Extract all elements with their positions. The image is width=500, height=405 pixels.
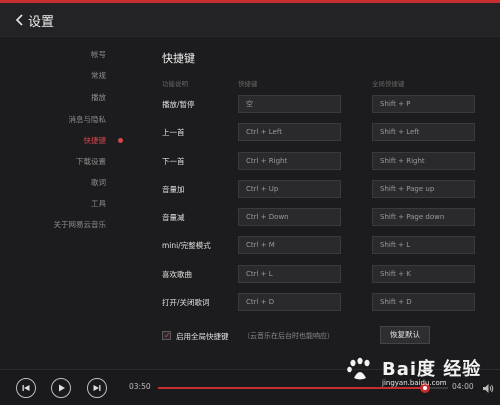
section-title: 快捷键	[162, 52, 195, 65]
sidebar-item-tools[interactable]: 工具	[91, 198, 106, 209]
global-shortcut-field-previous[interactable]: Shift + Left	[372, 123, 475, 141]
current-time: 03:50	[129, 382, 151, 391]
next-icon	[93, 385, 101, 391]
play-button[interactable]	[51, 378, 71, 398]
baidu-jingyan-watermark: Bai度 经验 jingyan.baidu.com	[346, 349, 486, 393]
global-shortcut-field-volume-up[interactable]: Shift + Page up	[372, 180, 475, 198]
shortcut-field-previous[interactable]: Ctrl + Left	[238, 123, 341, 141]
column-header-local: 快捷键	[238, 80, 258, 88]
title-bar: 设置	[0, 0, 500, 36]
shortcut-label-like-song: 喜欢歌曲	[162, 270, 192, 279]
restore-default-button[interactable]: 恢复默认	[380, 326, 430, 344]
shortcut-label-volume-down: 音量减	[162, 213, 185, 222]
global-shortcut-field-play-pause[interactable]: Shift + P	[372, 95, 475, 113]
sidebar-item-shortcuts[interactable]: 快捷键	[84, 135, 107, 146]
global-shortcut-field-next[interactable]: Shift + Right	[372, 152, 475, 170]
shortcut-field-volume-up[interactable]: Ctrl + Up	[238, 180, 341, 198]
shortcut-label-play-pause: 播放/暂停	[162, 100, 195, 109]
sidebar-item-playback[interactable]: 播放	[91, 92, 106, 103]
sidebar-item-account[interactable]: 帐号	[91, 49, 106, 60]
sidebar-item-lyrics[interactable]: 歌词	[91, 177, 106, 188]
shortcut-label-toggle-lyrics: 打开/关闭歌词	[162, 298, 210, 307]
settings-content: 帐号 常规 播放 消息与隐私 快捷键 下载设置 歌词 工具 关于网易云音乐 快捷…	[0, 36, 500, 369]
enable-global-shortcuts-checkbox[interactable]: ✓	[162, 331, 171, 340]
shortcut-label-next: 下一首	[162, 157, 185, 166]
shortcut-field-mini-mode[interactable]: Ctrl + M	[238, 236, 341, 254]
checkmark-icon: ✓	[164, 331, 171, 340]
paw-logo-icon	[347, 357, 370, 380]
next-button[interactable]	[87, 378, 107, 398]
play-icon	[59, 384, 65, 392]
shortcut-field-next[interactable]: Ctrl + Right	[238, 152, 341, 170]
watermark-title: Bai度 经验	[382, 359, 482, 380]
column-header-global: 全局快捷键	[372, 80, 405, 88]
shortcut-label-mini-mode: mini/完整模式	[162, 241, 211, 250]
global-shortcut-field-toggle-lyrics[interactable]: Shift + D	[372, 293, 475, 311]
enable-global-shortcuts-label[interactable]: 启用全局快捷键	[176, 331, 229, 342]
shortcut-field-toggle-lyrics[interactable]: Ctrl + D	[238, 293, 341, 311]
global-shortcut-field-mini-mode[interactable]: Shift + L	[372, 236, 475, 254]
active-indicator-dot	[118, 138, 123, 143]
chevron-left-icon[interactable]	[13, 12, 27, 28]
previous-button[interactable]	[16, 378, 36, 398]
shortcut-label-previous: 上一首	[162, 128, 185, 137]
page-title: 设置	[28, 15, 55, 30]
shortcut-field-like-song[interactable]: Ctrl + L	[238, 265, 341, 283]
enable-global-shortcuts-hint: （云音乐在后台时也能响应）	[243, 332, 334, 340]
shortcut-label-volume-up: 音量加	[162, 185, 185, 194]
global-shortcut-field-like-song[interactable]: Shift + K	[372, 265, 475, 283]
sidebar-item-download[interactable]: 下载设置	[76, 156, 106, 167]
shortcut-field-volume-down[interactable]: Ctrl + Down	[238, 208, 341, 226]
sidebar-item-privacy[interactable]: 消息与隐私	[69, 114, 107, 125]
previous-icon	[22, 385, 30, 391]
watermark-url: jingyan.baidu.com	[382, 379, 447, 387]
shortcut-field-play-pause[interactable]: 空	[238, 95, 341, 113]
sidebar-item-general[interactable]: 常规	[91, 70, 106, 81]
global-shortcut-field-volume-down[interactable]: Shift + Page down	[372, 208, 475, 226]
column-header-function: 功能说明	[162, 80, 188, 88]
sidebar-item-about[interactable]: 关于网易云音乐	[54, 219, 107, 230]
